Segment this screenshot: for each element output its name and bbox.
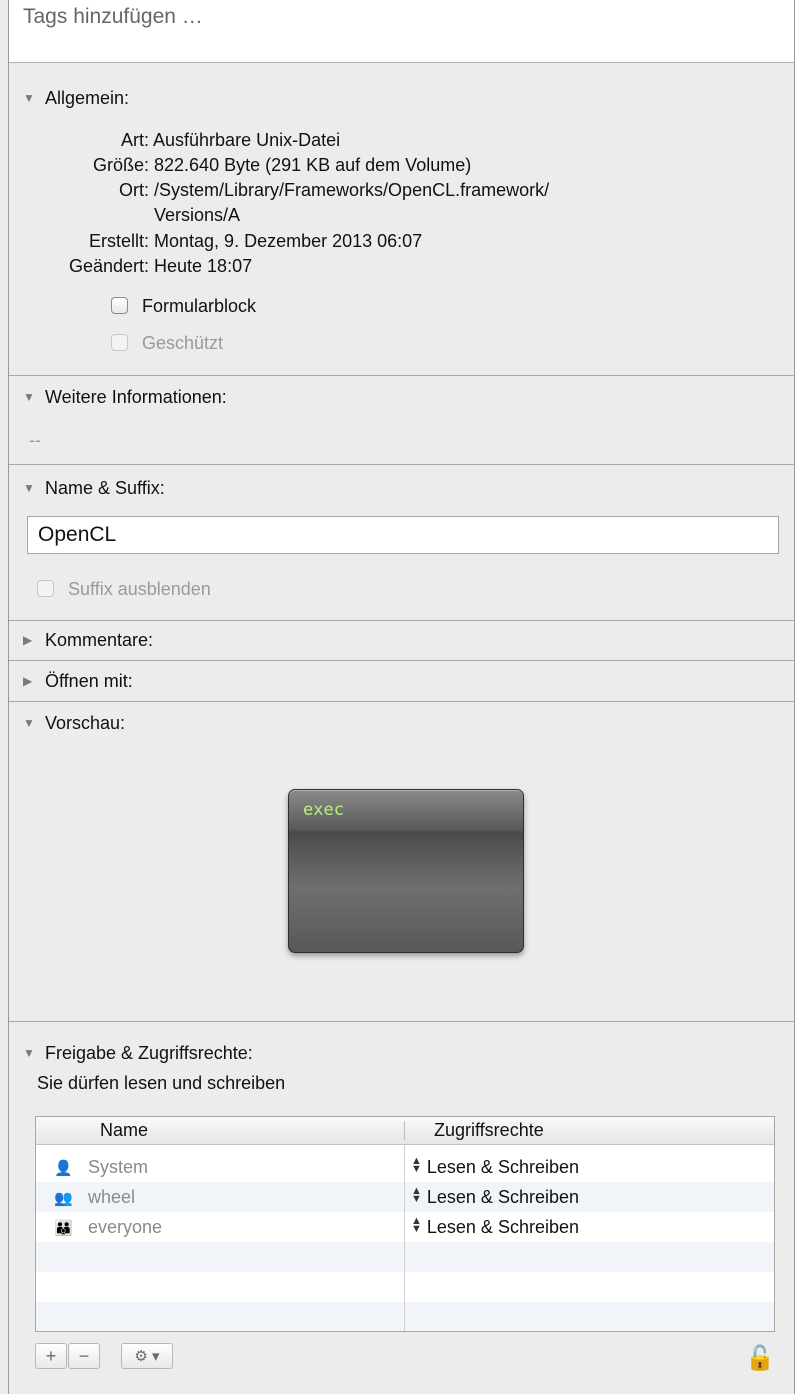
column-divider-line (404, 1144, 405, 1331)
where-row-2: Versions/A (21, 203, 240, 227)
user-name: everyone (88, 1217, 163, 1237)
kind-value: Ausführbare Unix-Datei (153, 130, 341, 150)
size-label: Größe: (92, 155, 149, 175)
name-ext-title: Name & Suffix: (45, 477, 165, 498)
table-row[interactable]: 👤 System ▲ ▼ Lesen & Schreiben (36, 1152, 774, 1182)
comments-header[interactable]: ▶ Kommentare: (23, 627, 153, 653)
sharing-header[interactable]: ▼ Freigabe & Zugriffsrechte: (23, 1040, 253, 1066)
preview-title: Vorschau: (45, 712, 126, 733)
locked-checkbox-row: Geschützt (111, 331, 223, 355)
modified-label: Geändert: (68, 256, 149, 276)
size-row: Größe: 822.640 Byte (291 KB auf dem Volu… (21, 153, 471, 177)
hide-extension-label: Suffix ausblenden (68, 579, 211, 599)
privilege-popup[interactable]: ▲ ▼ Lesen & Schreiben (411, 1182, 579, 1212)
user-name: wheel (88, 1187, 136, 1207)
disclosure-open-icon[interactable]: ▼ (23, 481, 39, 495)
empty-table-row (36, 1302, 774, 1331)
kind-label: Art: (120, 130, 149, 150)
updown-arrows-icon: ▲ ▼ (411, 1215, 422, 1235)
privilege-value: Lesen & Schreiben (426, 1187, 579, 1207)
comments-section: ▶ Kommentare: (9, 621, 794, 661)
hide-extension-row: Suffix ausblenden (37, 577, 211, 601)
privilege-value: Lesen & Schreiben (426, 1217, 579, 1237)
more-info-header[interactable]: ▼ Weitere Informationen: (23, 384, 227, 410)
sharing-title: Freigabe & Zugriffsrechte: (45, 1042, 253, 1063)
add-user-button[interactable]: + (35, 1343, 67, 1369)
locked-label: Geschützt (142, 333, 224, 353)
group-icon: 👥 (54, 1190, 73, 1207)
where-row: Ort: /System/Library/Frameworks/OpenCL.f… (21, 178, 549, 202)
tags-input[interactable] (23, 0, 763, 34)
lock-icon[interactable]: 🔓 (745, 1344, 775, 1373)
column-divider (404, 1121, 405, 1140)
user-icon: 👤 (54, 1160, 73, 1177)
created-label: Erstellt: (88, 231, 149, 251)
hide-extension-checkbox (37, 580, 54, 597)
modified-row: Geändert: Heute 18:07 (21, 254, 252, 278)
table-row[interactable]: 👪 everyone ▲ ▼ Lesen & Schreiben (36, 1212, 774, 1242)
empty-table-row (36, 1272, 774, 1302)
disclosure-open-icon[interactable]: ▼ (23, 390, 39, 404)
stationery-label: Formularblock (142, 296, 257, 316)
column-name-header[interactable]: Name (100, 1120, 148, 1141)
updown-arrows-icon: ▲ ▼ (411, 1185, 422, 1205)
open-with-header[interactable]: ▶ Öffnen mit: (23, 668, 133, 694)
created-row: Erstellt: Montag, 9. Dezember 2013 06:07 (21, 229, 422, 253)
modified-value: Heute 18:07 (154, 256, 253, 276)
disclosure-open-icon[interactable]: ▼ (23, 91, 39, 105)
sharing-status: Sie dürfen lesen und schreiben (37, 1073, 286, 1093)
more-info-title: Weitere Informationen: (45, 386, 227, 407)
preview-header[interactable]: ▼ Vorschau: (23, 710, 125, 736)
more-info-section: ▼ Weitere Informationen: -- (9, 376, 794, 465)
executable-icon-label: exec (303, 800, 344, 820)
column-privilege-header[interactable]: Zugriffsrechte (434, 1120, 544, 1141)
disclosure-open-icon[interactable]: ▼ (23, 716, 39, 730)
stationery-checkbox-row[interactable]: Formularblock (111, 294, 256, 318)
size-value: 822.640 Byte (291 KB auf dem Volume) (154, 155, 472, 175)
permissions-table: Name Zugriffsrechte 👤 System ▲ ▼ Lesen & Sc… (35, 1116, 775, 1332)
comments-title: Kommentare: (45, 629, 154, 650)
action-menu-button[interactable]: ⚙ ▾ (121, 1343, 173, 1369)
privilege-popup[interactable]: ▲ ▼ Lesen & Schreiben (411, 1152, 579, 1182)
privilege-value: Lesen & Schreiben (426, 1157, 579, 1177)
user-name: System (88, 1157, 149, 1177)
disclosure-closed-icon[interactable]: ▶ (23, 633, 39, 647)
table-row[interactable]: 👥 wheel ▲ ▼ Lesen & Schreiben (36, 1182, 774, 1212)
name-ext-header[interactable]: ▼ Name & Suffix: (23, 475, 165, 501)
disclosure-open-icon[interactable]: ▼ (23, 1046, 39, 1060)
where-value-line2: Versions/A (154, 205, 241, 225)
where-label: Ort: (119, 180, 149, 200)
open-with-section: ▶ Öffnen mit: (9, 661, 794, 702)
general-title: Allgemein: (45, 87, 130, 108)
privilege-popup[interactable]: ▲ ▼ Lesen & Schreiben (411, 1212, 579, 1242)
kind-row: Art: Ausführbare Unix-Datei (21, 128, 340, 152)
general-section: ▼ Allgemein: Art: Ausführbare Unix-Datei… (9, 63, 794, 376)
info-window: ▼ Allgemein: Art: Ausführbare Unix-Datei… (8, 0, 795, 1394)
created-value: Montag, 9. Dezember 2013 06:07 (154, 231, 423, 251)
remove-user-button[interactable]: − (68, 1343, 100, 1369)
general-header[interactable]: ▼ Allgemein: (23, 85, 129, 111)
open-with-title: Öffnen mit: (45, 670, 133, 691)
executable-icon: exec (288, 789, 524, 953)
table-header: Name Zugriffsrechte (36, 1117, 774, 1145)
more-info-value: -- (29, 430, 41, 450)
updown-arrows-icon: ▲ ▼ (411, 1155, 422, 1175)
stationery-checkbox[interactable] (111, 297, 128, 314)
where-value-line1: /System/Library/Frameworks/OpenCL.framew… (154, 180, 550, 200)
empty-table-row (36, 1242, 774, 1272)
name-field[interactable] (27, 516, 779, 554)
disclosure-closed-icon[interactable]: ▶ (23, 674, 39, 688)
tags-area (9, 0, 794, 63)
locked-checkbox (111, 334, 128, 351)
everyone-icon: 👪 (54, 1220, 73, 1237)
